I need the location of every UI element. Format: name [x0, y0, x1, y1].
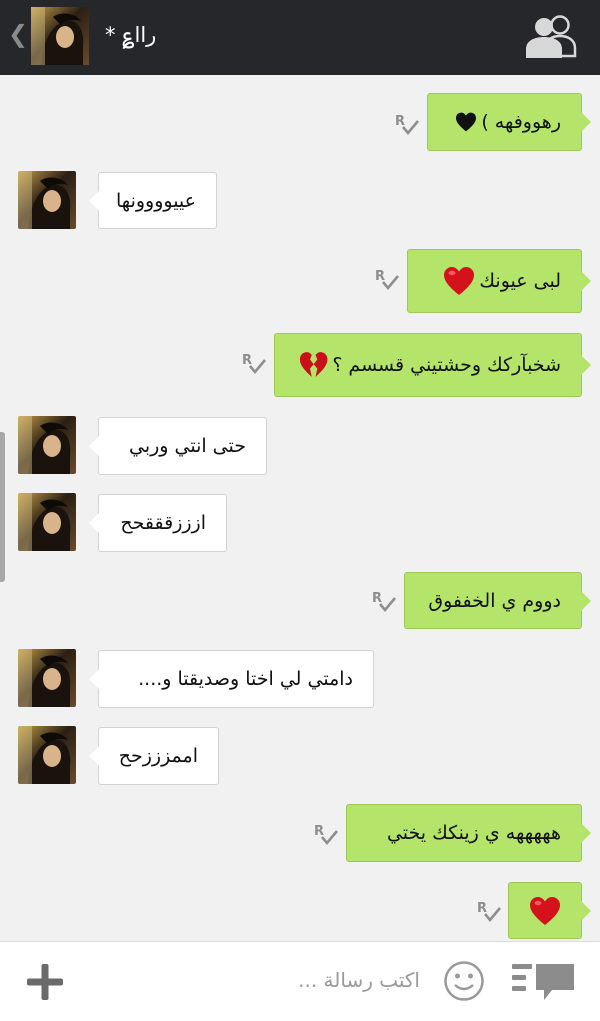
read-receipt-icon [394, 111, 420, 137]
red-heart-icon [529, 896, 561, 926]
incoming-message[interactable]: دامتي لي اختا وصديقتا و.... [89, 650, 374, 708]
sender-avatar[interactable] [18, 416, 76, 474]
message-text: حتى انتي وربي [128, 435, 246, 457]
message-text: عييوووونها [116, 189, 196, 212]
drawer-handle[interactable] [0, 432, 5, 582]
incoming-message[interactable]: اممزززحح [89, 727, 219, 785]
message-text: لبى عيونك [479, 270, 561, 292]
message-text: دامتي لي اختا وصديقتا و.... [138, 668, 353, 690]
outgoing-message[interactable]: شخبآركك وحشتيني قسسم ؟ [274, 333, 591, 397]
outgoing-message[interactable]: رهووفهه ) [427, 93, 591, 151]
back-chevron-icon[interactable]: ❮ [8, 22, 28, 46]
sender-avatar[interactable] [18, 171, 76, 229]
outgoing-message[interactable]: هههههه ي زينكك يختي [346, 804, 591, 862]
read-receipt-icon [371, 588, 397, 614]
contacts-icon[interactable] [520, 14, 580, 58]
black-heart-icon [455, 112, 477, 132]
read-receipt-icon [241, 350, 267, 376]
chat-title[interactable]: راا؏ * [105, 21, 156, 49]
incoming-message[interactable]: ازززقققحح [89, 494, 227, 552]
message-text: هههههه ي زينكك يختي [386, 822, 561, 844]
chat-menu-icon[interactable] [510, 960, 576, 1004]
incoming-message[interactable]: حتى انتي وربي [89, 417, 267, 475]
red-heart-icon [443, 266, 475, 296]
message-input[interactable]: اكتب رسالة ... [290, 968, 420, 992]
message-text: رهووفهه ) [481, 111, 561, 133]
message-list[interactable]: رهووفهه ) عييوووونها لبى عيونك شخبآركك و… [0, 75, 600, 941]
outgoing-message[interactable]: دووم ي الخففوق [404, 572, 591, 629]
sender-avatar[interactable] [18, 493, 76, 551]
message-text: دووم ي الخففوق [428, 589, 561, 612]
plus-icon[interactable] [25, 962, 65, 1002]
contact-avatar[interactable] [31, 7, 89, 65]
incoming-message[interactable]: عييوووونها [89, 172, 217, 229]
message-text: شخبآركك وحشتيني قسسم ؟ [332, 354, 561, 376]
outgoing-message[interactable] [508, 882, 591, 939]
message-text: ازززقققحح [120, 512, 206, 534]
outgoing-message[interactable]: لبى عيونك [407, 249, 591, 313]
chat-header: ❮ راا؏ * [0, 0, 600, 75]
read-receipt-icon [313, 821, 339, 847]
sender-avatar[interactable] [18, 649, 76, 707]
read-receipt-icon [476, 898, 502, 924]
read-receipt-icon [374, 266, 400, 292]
message-text: اممزززحح [118, 745, 198, 767]
broken-heart-icon [299, 350, 328, 380]
sender-avatar[interactable] [18, 726, 76, 784]
message-input-bar: اكتب رسالة ... [0, 941, 600, 1021]
smiley-icon[interactable] [443, 960, 485, 1002]
